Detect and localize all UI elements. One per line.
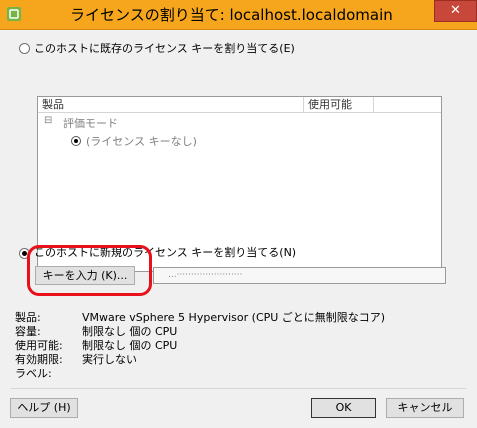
group-evaluation-mode[interactable]: 評価モード: [63, 115, 118, 131]
license-item-no-key[interactable]: (ライセンス キーなし): [86, 133, 197, 149]
ok-button[interactable]: OK: [311, 398, 376, 418]
existing-key-label[interactable]: このホストに既存のライセンス キーを割り当てる(E): [34, 40, 295, 56]
detail-label-label: ラベル:: [15, 367, 52, 380]
license-list-header: 製品 使用可能: [38, 97, 441, 113]
footer-divider: [11, 388, 466, 389]
help-button[interactable]: ヘルプ (H): [10, 398, 78, 418]
new-key-radio[interactable]: [19, 248, 30, 259]
column-header-available[interactable]: 使用可能: [304, 97, 374, 112]
dialog-body: このホストに既存のライセンス キーを割り当てる(E) 製品 使用可能 ⊟ 評価モ…: [1, 30, 476, 427]
cancel-button[interactable]: キャンセル: [386, 398, 464, 418]
vsphere-app-icon: [7, 7, 21, 21]
detail-expiry-value: 実行しない: [82, 353, 137, 366]
enter-key-button[interactable]: キーを入力 (K)...: [35, 266, 135, 285]
no-license-key-radio-icon[interactable]: [71, 136, 81, 146]
column-header-product[interactable]: 製品: [38, 97, 304, 112]
license-key-field[interactable]: ...·······················: [153, 267, 446, 284]
tree-collapse-icon[interactable]: ⊟: [44, 115, 52, 126]
close-button[interactable]: ✕: [434, 0, 477, 22]
window-title: ライセンスの割り当て: localhost.localdomain: [70, 6, 393, 24]
new-key-label[interactable]: このホストに新規のライセンス キーを割り当てる(N): [34, 244, 296, 260]
close-icon: ✕: [450, 3, 461, 18]
existing-key-radio[interactable]: [19, 43, 30, 54]
title-bar[interactable]: ライセンスの割り当て: localhost.localdomain ✕: [0, 0, 477, 30]
